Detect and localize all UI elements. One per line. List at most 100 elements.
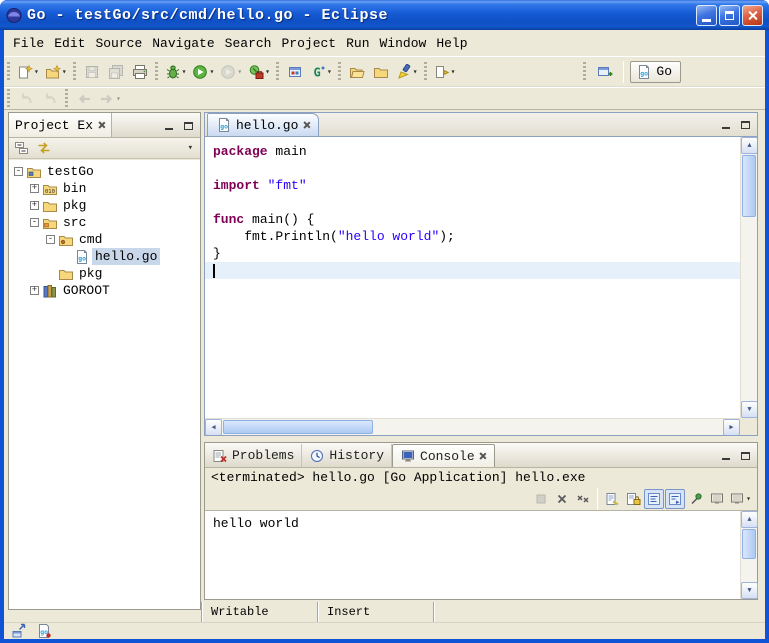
dropdown-arrow-icon[interactable]: ▾	[327, 67, 332, 77]
menu-file[interactable]: File	[8, 33, 49, 54]
tree-item-hello.go[interactable]: gohello.go	[11, 248, 200, 265]
show-on-output-button[interactable]	[665, 489, 685, 509]
menu-navigate[interactable]: Navigate	[147, 33, 219, 54]
menu-help[interactable]: Help	[431, 33, 472, 54]
remove-all-launches-button[interactable]	[573, 489, 593, 509]
remove-launch-button[interactable]	[552, 489, 572, 509]
code-line-8[interactable]	[205, 262, 740, 279]
tree-item-pkg[interactable]: pkg	[11, 265, 200, 282]
expand-icon[interactable]: +	[30, 201, 39, 210]
print-button[interactable]	[128, 60, 152, 84]
minimize-view-button[interactable]	[718, 118, 734, 132]
forward-button[interactable]: ▾	[96, 87, 124, 111]
close-tab-icon[interactable]	[479, 452, 487, 460]
dropdown-arrow-icon[interactable]: ▾	[116, 94, 121, 104]
tree-item-bin[interactable]: +010bin	[11, 180, 200, 197]
menu-source[interactable]: Source	[90, 33, 147, 54]
expand-icon[interactable]: +	[30, 184, 39, 193]
run-button[interactable]: ▾	[189, 60, 217, 84]
maximize-view-button[interactable]	[737, 449, 753, 463]
toolbar-grip[interactable]	[583, 62, 586, 82]
toolbar-grip[interactable]	[65, 89, 68, 109]
code-area[interactable]: package main import "fmt" func main() { fm…	[205, 137, 740, 418]
minimize-view-button[interactable]	[718, 449, 734, 463]
previous-edit-button[interactable]	[14, 87, 38, 111]
open-perspective-button[interactable]	[593, 60, 617, 84]
new-wizard-button[interactable]: ▾	[14, 60, 42, 84]
tab-problems[interactable]: Problems	[205, 444, 302, 467]
scroll-left-button[interactable]: ◀	[205, 419, 222, 435]
console-output-area[interactable]: hello world ▲ ▼	[205, 510, 757, 599]
tree-item-GOROOT[interactable]: +GOROOT	[11, 282, 200, 299]
debug-button[interactable]: ▾	[162, 60, 190, 84]
fast-view-button[interactable]	[9, 622, 29, 640]
toolbar-grip[interactable]	[338, 62, 341, 82]
close-button[interactable]	[742, 5, 763, 26]
minimize-view-button[interactable]	[161, 119, 177, 133]
save-all-button[interactable]	[104, 60, 128, 84]
scrollbar-thumb[interactable]	[742, 155, 756, 217]
pin-console-button[interactable]	[686, 489, 706, 509]
maximize-view-button[interactable]	[737, 118, 753, 132]
toolbar-grip[interactable]	[276, 62, 279, 82]
toolbar-grip[interactable]	[7, 89, 10, 109]
search-button[interactable]: ▾	[393, 60, 421, 84]
go-application-button[interactable]	[283, 60, 307, 84]
code-line-6[interactable]: fmt.Println("hello world");	[205, 228, 740, 245]
toolbar-grip[interactable]	[7, 62, 10, 82]
scroll-up-button[interactable]: ▲	[741, 137, 757, 154]
external-tools-button[interactable]: ▾	[245, 60, 273, 84]
scroll-right-button[interactable]: ▶	[723, 419, 740, 435]
tree-item-src[interactable]: -src	[11, 214, 200, 231]
dropdown-arrow-icon[interactable]: ▾	[265, 67, 270, 77]
open-folder-button[interactable]	[345, 60, 369, 84]
code-line-5[interactable]: func main() {	[205, 211, 740, 228]
open-console-button[interactable]: ▾	[728, 489, 752, 509]
menu-search[interactable]: Search	[220, 33, 277, 54]
editor-vertical-scrollbar[interactable]: ▲ ▼	[740, 137, 757, 418]
editor-body[interactable]: package main import "fmt" func main() { fm…	[205, 137, 757, 435]
new-go-file-button[interactable]: G▾	[307, 60, 335, 84]
dropdown-arrow-icon[interactable]: ▾	[209, 67, 214, 77]
scrollbar-thumb[interactable]	[223, 420, 373, 434]
collapse-icon[interactable]: -	[46, 235, 55, 244]
tree-item-pkg[interactable]: +pkg	[11, 197, 200, 214]
dropdown-arrow-icon[interactable]: ▾	[413, 67, 418, 77]
clear-console-button[interactable]	[602, 489, 622, 509]
scroll-down-button[interactable]: ▼	[741, 582, 758, 599]
dropdown-arrow-icon[interactable]: ▾	[746, 494, 751, 504]
dropdown-arrow-icon[interactable]: ▾	[34, 67, 39, 77]
scroll-up-button[interactable]: ▲	[741, 511, 758, 528]
code-line-3[interactable]: import "fmt"	[205, 177, 740, 194]
menu-window[interactable]: Window	[375, 33, 432, 54]
scroll-lock-button[interactable]	[623, 489, 643, 509]
menu-edit[interactable]: Edit	[49, 33, 90, 54]
save-button[interactable]	[80, 60, 104, 84]
toolbar-grip[interactable]	[155, 62, 158, 82]
titlebar[interactable]: Go - testGo/src/cmd/hello.go - Eclipse	[0, 0, 769, 30]
editor-horizontal-scrollbar[interactable]: ◀ ▶	[205, 418, 740, 435]
close-tab-icon[interactable]	[302, 121, 310, 129]
tab-history[interactable]: History	[302, 444, 392, 467]
minimize-button[interactable]	[696, 5, 717, 26]
go-launch-button[interactable]: go	[34, 622, 54, 640]
view-menu-button[interactable]: ▾	[184, 143, 197, 153]
link-with-editor-button[interactable]	[34, 139, 54, 158]
menu-project[interactable]: Project	[276, 33, 341, 54]
toolbar-grip[interactable]	[424, 62, 427, 82]
code-line-7[interactable]: }	[205, 245, 740, 262]
collapse-icon[interactable]: -	[14, 167, 23, 176]
tree-item-cmd[interactable]: -cmd	[11, 231, 200, 248]
scroll-down-button[interactable]: ▼	[741, 401, 757, 418]
dropdown-arrow-icon[interactable]: ▾	[182, 67, 187, 77]
tab-project-explorer[interactable]: Project Ex	[9, 113, 112, 137]
tab-console[interactable]: Console	[392, 444, 495, 467]
tree-item-testGo[interactable]: -testGo	[11, 163, 200, 180]
console-vertical-scrollbar[interactable]: ▲ ▼	[740, 511, 757, 599]
close-tab-icon[interactable]	[97, 121, 105, 129]
code-line-4[interactable]	[205, 194, 740, 211]
scrollbar-thumb[interactable]	[742, 529, 756, 559]
terminate-button[interactable]	[531, 489, 551, 509]
perspective-go-button[interactable]: go Go	[630, 61, 681, 83]
code-line-1[interactable]: package main	[205, 143, 740, 160]
